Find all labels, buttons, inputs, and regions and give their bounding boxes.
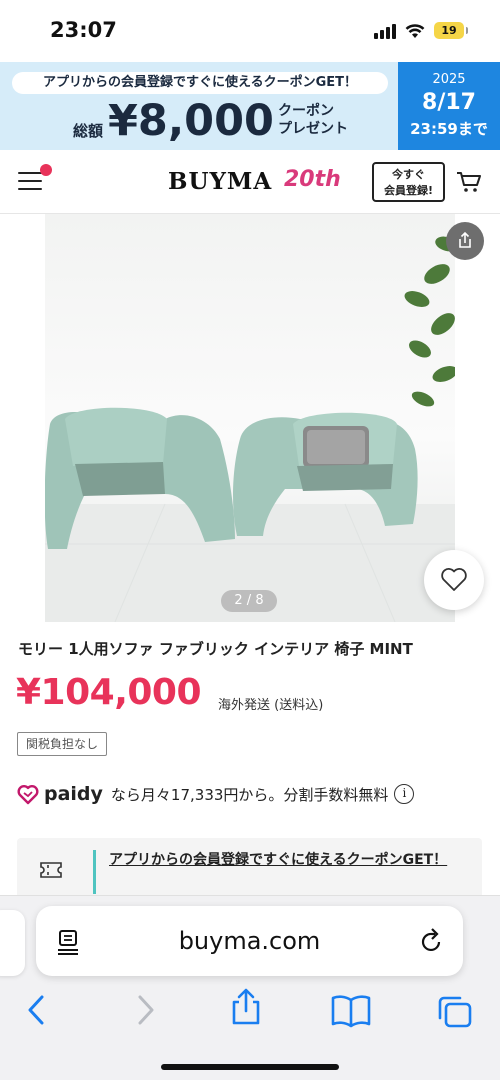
paidy-logo-icon — [17, 785, 39, 805]
register-line1: 今すぐ — [392, 168, 425, 181]
coupon-accent-bar — [93, 850, 96, 894]
heart-icon — [441, 568, 467, 591]
status-bar: 23:07 19 — [0, 0, 500, 62]
tax-badge: 関税負担なし — [17, 732, 108, 756]
bookmarks-icon[interactable] — [330, 994, 372, 1028]
share-icon — [459, 231, 471, 248]
ticket-icon — [40, 862, 62, 878]
share-icon[interactable] — [228, 988, 264, 1026]
promo-left[interactable]: アプリからの会員登録ですぐに使えるクーポンGET！ 総額 ¥8,000 クーポン… — [0, 62, 398, 150]
product-title: モリー 1人用ソファ ファブリック インテリア 椅子 MINT — [18, 640, 413, 658]
promo-year: 2025 — [432, 72, 466, 87]
promo-headline: アプリからの会員登録ですぐに使えるクーポンGET！ — [12, 72, 388, 94]
image-pager: 2 / 8 — [221, 590, 277, 612]
battery-icon: 19 — [434, 22, 468, 39]
battery-level: 19 — [441, 24, 457, 37]
promo-coupon-text: クーポン プレゼント — [278, 102, 348, 138]
favorite-button[interactable] — [424, 550, 484, 610]
promo-coupon-line1: クーポン — [278, 103, 334, 119]
notification-dot — [40, 164, 52, 176]
address-bar[interactable]: buyma.com — [36, 906, 463, 976]
buyma-logo[interactable]: BUYMA — [168, 168, 272, 195]
back-icon[interactable] — [24, 994, 50, 1026]
product-image[interactable] — [45, 214, 455, 622]
anniversary-badge: 20th — [284, 167, 341, 192]
promo-banner[interactable]: アプリからの会員登録ですぐに使えるクーポンGET！ 総額 ¥8,000 クーポン… — [0, 62, 500, 150]
register-button[interactable]: 今すぐ 会員登録! — [372, 162, 445, 202]
wifi-icon — [405, 23, 425, 38]
paidy-logo: paidy — [44, 783, 103, 805]
promo-deadline[interactable]: 2025 8/17 23:59まで — [398, 62, 500, 150]
product-price: ¥104,000 — [16, 672, 202, 713]
url-text: buyma.com — [178, 927, 321, 955]
promo-coupon-line2: プレゼント — [278, 121, 348, 137]
shipping-info: 海外発送 (送料込) — [218, 698, 324, 713]
safari-toolbar — [0, 986, 500, 1036]
promo-date: 8/17 — [422, 90, 476, 115]
paidy-installment-text: なら月々17,333円から。分割手数料無料 — [110, 785, 389, 804]
home-indicator — [161, 1064, 339, 1070]
paidy-row[interactable]: paidy なら月々17,333円から。分割手数料無料 i — [16, 780, 415, 808]
tabs-icon[interactable] — [436, 994, 474, 1030]
status-time: 23:07 — [50, 18, 117, 42]
forward-icon[interactable] — [132, 994, 158, 1026]
site-header: BUYMA 20th 今すぐ 会員登録! — [0, 150, 500, 214]
sofa-photo — [45, 236, 455, 622]
promo-until: 23:59まで — [410, 120, 488, 138]
share-image-button[interactable] — [446, 222, 484, 260]
promo-amount: ¥8,000 — [108, 96, 274, 146]
reload-icon[interactable] — [419, 927, 445, 955]
signal-icon — [374, 23, 396, 39]
previous-tab-card[interactable] — [0, 910, 25, 976]
register-line2: 会員登録! — [383, 184, 434, 197]
safari-bottom-bar: buyma.com — [0, 895, 500, 1080]
info-icon[interactable]: i — [394, 784, 415, 804]
promo-total-label: 総額 — [73, 122, 104, 140]
coupon-link[interactable]: アプリからの会員登録ですぐに使えるクーポンGET！ — [109, 848, 449, 872]
menu-button[interactable] — [18, 164, 52, 192]
cart-icon[interactable] — [456, 170, 482, 194]
status-icons: 19 — [374, 22, 468, 39]
